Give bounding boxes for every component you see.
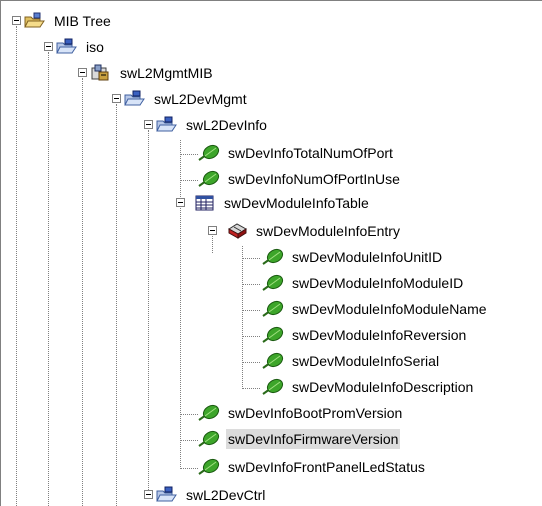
collapse-toggle-icon[interactable]	[208, 226, 217, 235]
leaf-icon	[262, 247, 284, 267]
tree-node-label: swL2DevMgmt	[154, 91, 247, 107]
collapse-toggle-icon[interactable]	[12, 16, 21, 25]
tree-node-label: swL2DevCtrl	[186, 487, 266, 503]
mib-tree-view[interactable]: MIB Tree iso swL2MgmtMIB swL2DevMgmt swL…	[0, 0, 542, 506]
tree-node-swl2mgmtmib[interactable]: swL2MgmtMIB	[90, 62, 215, 84]
leaf-icon	[198, 403, 220, 423]
tree-node-label: swDevInfoFirmwareVersion	[226, 429, 401, 449]
tree-node-label: swL2MgmtMIB	[120, 65, 213, 81]
collapse-toggle-icon[interactable]	[176, 198, 185, 207]
tree-node-label: swDevModuleInfoModuleName	[292, 301, 487, 317]
tree-node-label: swDevModuleInfoUnitID	[292, 249, 443, 265]
tree-connector	[242, 246, 243, 389]
folder-open-icon	[56, 37, 78, 57]
tree-node-label: swDevModuleInfoSerial	[292, 353, 440, 369]
tree-node-label: swDevInfoBootPromVersion	[228, 405, 403, 421]
tree-node-iso[interactable]: iso	[56, 36, 106, 58]
tree-connector	[82, 78, 83, 506]
tree-border-top	[0, 0, 542, 1]
folder-open-icon	[156, 485, 178, 505]
tree-node-label: swDevModuleInfoEntry	[256, 223, 400, 239]
tree-connector	[242, 388, 260, 389]
leaf-icon	[198, 143, 220, 163]
tree-node-swdevinfototalnumofport[interactable]: swDevInfoTotalNumOfPort	[198, 142, 395, 164]
tree-connector	[242, 284, 260, 285]
folder-open-icon	[24, 11, 46, 31]
collapse-toggle-icon[interactable]	[112, 94, 121, 103]
tree-node-swdevmoduleinforeversion[interactable]: swDevModuleInfoReversion	[262, 324, 468, 346]
entry-icon	[226, 221, 248, 241]
tree-node-swdevinfofirmwareversion[interactable]: swDevInfoFirmwareVersion	[198, 428, 401, 450]
collapse-toggle-icon[interactable]	[144, 120, 153, 129]
collapse-toggle-icon[interactable]	[144, 490, 153, 499]
tree-node-label: swDevInfoFrontPanelLedStatus	[228, 459, 425, 475]
tree-connector	[48, 52, 49, 506]
leaf-icon	[198, 169, 220, 189]
tree-node-swl2devmgmt[interactable]: swL2DevMgmt	[124, 88, 249, 110]
tree-connector	[242, 258, 260, 259]
leaf-icon	[198, 429, 220, 449]
tree-node-swdevmoduleinfoentry[interactable]: swDevModuleInfoEntry	[226, 220, 402, 242]
tree-node-swdevmoduleinfotable[interactable]: swDevModuleInfoTable	[194, 192, 371, 214]
leaf-icon	[262, 377, 284, 397]
tree-connector	[242, 362, 260, 363]
tree-node-label: iso	[86, 39, 104, 55]
tree-node-swl2devctrl[interactable]: swL2DevCtrl	[156, 484, 267, 506]
tree-node-swdevmoduleinfodescription[interactable]: swDevModuleInfoDescription	[262, 376, 475, 398]
tree-node-label: swDevModuleInfoModuleID	[292, 275, 464, 291]
leaf-icon	[262, 325, 284, 345]
leaf-icon	[262, 351, 284, 371]
tree-node-swdevmoduleinfomodulename[interactable]: swDevModuleInfoModuleName	[262, 298, 489, 320]
folder-open-icon	[156, 115, 178, 135]
tree-node-swdevinfofrontpanelledstatus[interactable]: swDevInfoFrontPanelLedStatus	[198, 456, 427, 478]
leaf-icon	[262, 299, 284, 319]
leaf-icon	[198, 457, 220, 477]
table-icon	[194, 193, 216, 213]
tree-connector	[180, 440, 198, 441]
tree-node-swl2devinfo[interactable]: swL2DevInfo	[156, 114, 269, 136]
collapse-toggle-icon[interactable]	[44, 42, 53, 51]
tree-connector	[180, 468, 198, 469]
tree-connector	[16, 26, 17, 506]
tree-node-swdevmoduleinfoserial[interactable]: swDevModuleInfoSerial	[262, 350, 441, 372]
leaf-icon	[262, 273, 284, 293]
module-icon	[90, 63, 112, 83]
tree-node-swdevmoduleinfomoduleid[interactable]: swDevModuleInfoModuleID	[262, 272, 465, 294]
tree-connector	[180, 140, 181, 469]
tree-connector	[212, 236, 213, 253]
tree-connector	[180, 154, 198, 155]
tree-node-label: swDevInfoTotalNumOfPort	[228, 145, 393, 161]
tree-connector	[180, 180, 198, 181]
tree-node-label: swDevModuleInfoDescription	[292, 379, 474, 395]
folder-open-icon	[124, 89, 146, 109]
tree-node-label: swL2DevInfo	[186, 117, 267, 133]
collapse-toggle-icon[interactable]	[78, 68, 87, 77]
tree-node-label: MIB Tree	[54, 13, 111, 29]
tree-connector	[148, 130, 149, 494]
tree-node-swdevinfobootpromversion[interactable]: swDevInfoBootPromVersion	[198, 402, 404, 424]
tree-node-swdevinfonumofportinuse[interactable]: swDevInfoNumOfPortInUse	[198, 168, 402, 190]
tree-node-mib-tree[interactable]: MIB Tree	[24, 10, 113, 32]
tree-border-left	[0, 0, 1, 506]
tree-connector	[242, 310, 260, 311]
tree-node-label: swDevModuleInfoTable	[224, 195, 369, 211]
tree-node-label: swDevModuleInfoReversion	[292, 327, 467, 343]
tree-connector	[242, 336, 260, 337]
tree-connector	[116, 104, 117, 506]
tree-node-swdevmoduleinfounitid[interactable]: swDevModuleInfoUnitID	[262, 246, 444, 268]
tree-node-label: swDevInfoNumOfPortInUse	[228, 171, 400, 187]
tree-connector	[180, 414, 198, 415]
